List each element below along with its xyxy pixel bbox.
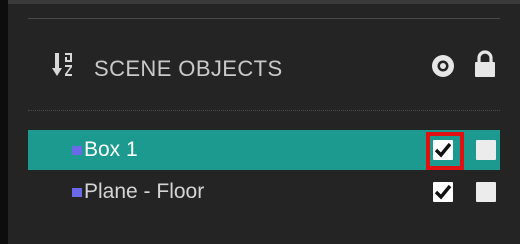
panel-title: SCENE OBJECTS xyxy=(94,56,283,81)
header-divider xyxy=(28,110,500,111)
panel-top-bar xyxy=(8,0,520,4)
focus-highlight xyxy=(426,132,464,170)
object-name: Box 1 xyxy=(84,138,138,161)
lock-icon[interactable] xyxy=(474,50,496,78)
top-divider xyxy=(28,18,500,19)
scene-object-row[interactable]: Box 1 xyxy=(28,130,500,170)
object-color-marker xyxy=(72,146,82,155)
scene-objects-panel: SCENE OBJECTS Box 1 Plane - Floor xyxy=(0,0,520,244)
eye-icon[interactable] xyxy=(430,54,456,78)
panel-left-edge xyxy=(0,0,8,244)
scene-object-row[interactable]: Plane - Floor xyxy=(28,172,500,212)
object-name: Plane - Floor xyxy=(84,180,205,203)
panel-header: SCENE OBJECTS xyxy=(52,48,512,84)
object-color-marker xyxy=(72,188,82,197)
visibility-checkbox[interactable] xyxy=(433,182,453,202)
checkmark-icon xyxy=(434,184,452,200)
lock-checkbox[interactable] xyxy=(476,140,496,160)
sort-alpha-down-icon[interactable] xyxy=(52,52,76,78)
lock-checkbox[interactable] xyxy=(476,182,496,202)
